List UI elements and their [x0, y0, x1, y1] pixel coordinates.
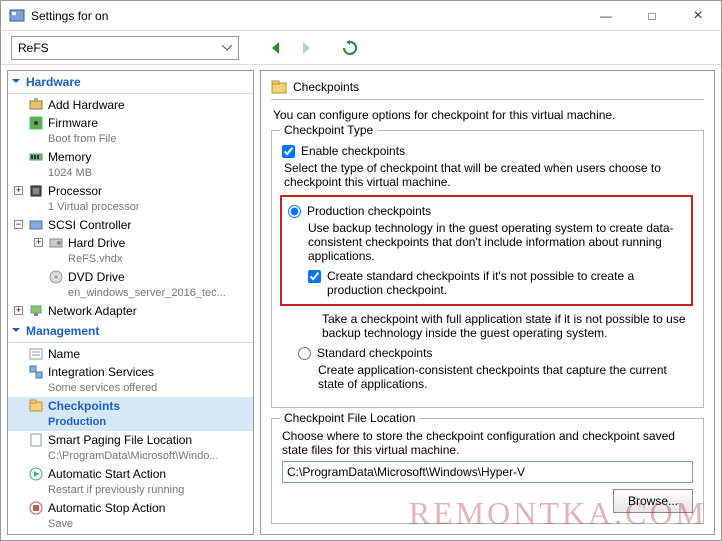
browse-button[interactable]: Browse...: [613, 489, 693, 513]
checkpoints-icon: [28, 398, 44, 414]
content-panel: Checkpoints You can configure options fo…: [260, 70, 715, 535]
app-icon: [9, 8, 25, 24]
expander-icon[interactable]: +: [14, 186, 23, 195]
nav-forward-button[interactable]: [295, 37, 317, 59]
enable-checkpoints-label: Enable checkpoints: [301, 144, 405, 158]
production-radio[interactable]: [288, 205, 301, 218]
main-area: Hardware Add Hardware FirmwareBoot from …: [1, 65, 721, 540]
expander-icon[interactable]: −: [14, 220, 23, 229]
sidebar-item-dvd-drive[interactable]: DVD Driveen_windows_server_2016_tec...: [8, 268, 253, 302]
nav-back-button[interactable]: [265, 37, 287, 59]
production-highlight: Production checkpoints Use backup techno…: [280, 195, 693, 306]
sidebar-item-smart-paging[interactable]: Smart Paging File LocationC:\ProgramData…: [8, 431, 253, 465]
checkpoints-icon: [271, 79, 287, 95]
production-help: Use backup technology in the guest opera…: [308, 221, 685, 263]
integration-icon: [28, 364, 44, 380]
production-below-help: Take a checkpoint with full application …: [322, 312, 693, 340]
enable-checkpoints-checkbox[interactable]: [282, 145, 295, 158]
content-title: Checkpoints: [293, 80, 359, 94]
maximize-button[interactable]: □: [629, 1, 675, 31]
sidebar-item-auto-start[interactable]: Automatic Start ActionRestart if previou…: [8, 465, 253, 499]
titlebar: Settings for on — □ ×: [1, 1, 721, 31]
location-path-input[interactable]: [282, 461, 693, 483]
standard-radio[interactable]: [298, 347, 311, 360]
standard-help: Create application-consistent checkpoint…: [318, 363, 693, 391]
sidebar-item-firmware[interactable]: FirmwareBoot from File: [8, 114, 253, 148]
location-help: Choose where to store the checkpoint con…: [282, 429, 693, 457]
auto-stop-icon: [28, 500, 44, 516]
close-button[interactable]: ×: [675, 1, 721, 31]
add-hardware-icon: [28, 97, 44, 113]
hard-drive-icon: [48, 235, 64, 251]
create-standard-label: Create standard checkpoints if it's not …: [327, 269, 685, 297]
network-icon: [28, 303, 44, 319]
production-label: Production checkpoints: [307, 204, 431, 218]
type-help-text: Select the type of checkpoint that will …: [284, 161, 693, 189]
expander-icon[interactable]: +: [34, 238, 43, 247]
toolbar: ReFS: [1, 31, 721, 65]
section-management[interactable]: Management: [8, 320, 253, 343]
checkpoint-location-group: Checkpoint File Location Choose where to…: [271, 418, 704, 524]
memory-icon: [28, 149, 44, 165]
sidebar-item-scsi[interactable]: − SCSI Controller: [8, 216, 253, 234]
sidebar-item-hard-drive[interactable]: + Hard DriveReFS.vhdx: [8, 234, 253, 268]
chevron-down-icon: [222, 45, 232, 51]
scsi-icon: [28, 217, 44, 233]
sidebar-item-checkpoints[interactable]: CheckpointsProduction: [8, 397, 253, 431]
sidebar-item-auto-stop[interactable]: Automatic Stop ActionSave: [8, 499, 253, 533]
expander-icon[interactable]: +: [14, 306, 23, 315]
create-standard-checkbox[interactable]: [308, 270, 321, 283]
sidebar-item-name[interactable]: Name: [8, 345, 253, 363]
checkpoint-type-legend: Checkpoint Type: [280, 123, 377, 137]
window-title: Settings for on: [31, 9, 583, 23]
checkpoint-type-group: Checkpoint Type Enable checkpoints Selec…: [271, 130, 704, 408]
name-icon: [28, 346, 44, 362]
minimize-button[interactable]: —: [583, 1, 629, 31]
sidebar-item-processor[interactable]: + Processor1 Virtual processor: [8, 182, 253, 216]
section-hardware[interactable]: Hardware: [8, 71, 253, 94]
dvd-drive-icon: [48, 269, 64, 285]
sidebar-item-integration[interactable]: Integration ServicesSome services offere…: [8, 363, 253, 397]
vm-selector[interactable]: ReFS: [11, 36, 239, 60]
sidebar-item-memory[interactable]: Memory1024 MB: [8, 148, 253, 182]
standard-label: Standard checkpoints: [317, 346, 432, 360]
vm-selector-value: ReFS: [18, 41, 49, 55]
sidebar-item-add-hardware[interactable]: Add Hardware: [8, 96, 253, 114]
refresh-button[interactable]: [339, 37, 361, 59]
sidebar: Hardware Add Hardware FirmwareBoot from …: [7, 70, 254, 535]
processor-icon: [28, 183, 44, 199]
sidebar-item-network[interactable]: + Network Adapter: [8, 302, 253, 320]
smart-paging-icon: [28, 432, 44, 448]
firmware-icon: [28, 115, 44, 131]
auto-start-icon: [28, 466, 44, 482]
checkpoint-location-legend: Checkpoint File Location: [280, 411, 419, 425]
content-header: Checkpoints: [271, 79, 704, 100]
content-intro: You can configure options for checkpoint…: [273, 108, 704, 122]
